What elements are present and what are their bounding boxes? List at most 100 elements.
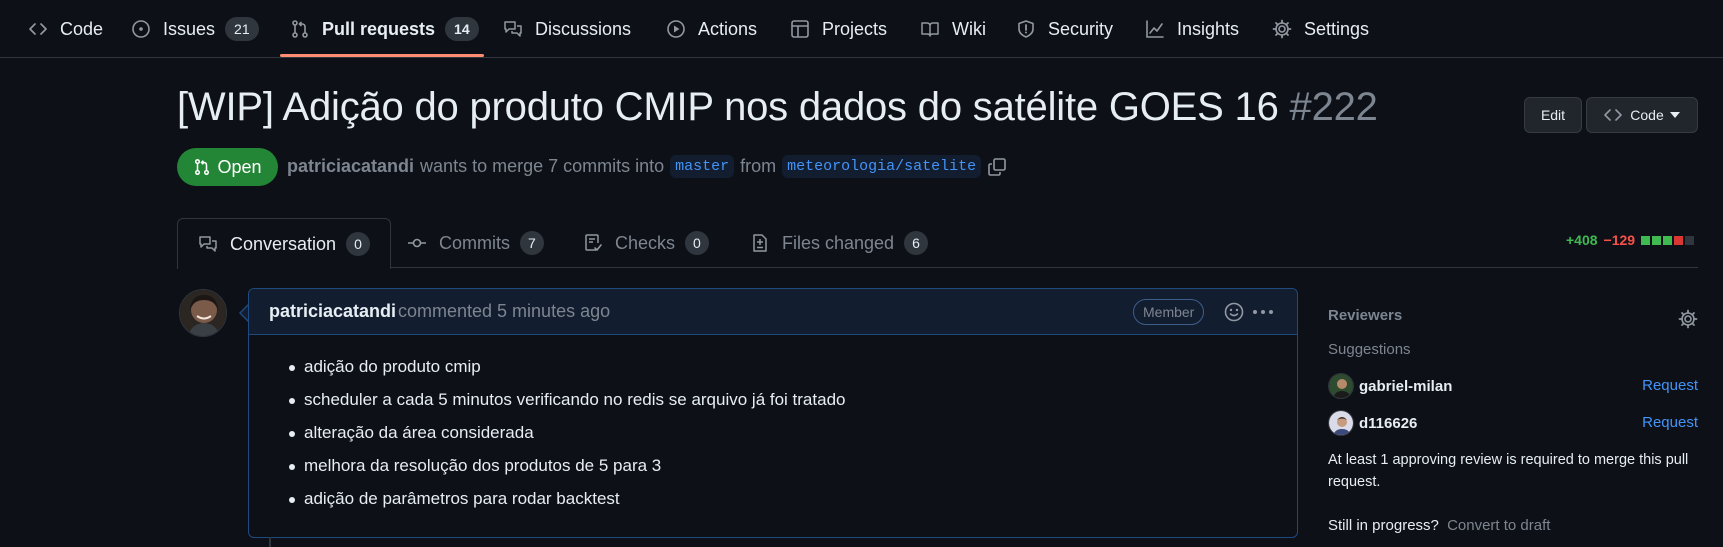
nav-discussions-label: Discussions — [535, 18, 632, 39]
nav-actions[interactable]: Actions — [666, 0, 757, 58]
list-item: melhora da resolução dos produtos de 5 p… — [289, 454, 1297, 487]
copy-icon[interactable] — [987, 157, 1007, 177]
comment-box: patriciacatandi commented 5 minutes ago … — [248, 288, 1298, 538]
git-commit-icon — [407, 233, 427, 253]
diffstat-block — [1652, 235, 1662, 245]
nav-settings[interactable]: Settings — [1272, 0, 1369, 58]
pr-title-text: [WIP] Adição do produto CMIP nos dados d… — [177, 85, 1279, 129]
play-icon — [666, 19, 686, 39]
code-button-label: Code — [1630, 107, 1664, 123]
diffstat-block — [1674, 235, 1684, 245]
list-item: adição do produto cmip — [289, 355, 1297, 388]
tab-checks-label: Checks — [615, 232, 676, 253]
review-requirement-note: At least 1 approving review is required … — [1328, 452, 1689, 490]
gear-icon[interactable] — [1678, 309, 1698, 329]
checklist-icon — [583, 233, 603, 253]
code-icon — [28, 19, 48, 39]
nav-projects[interactable]: Projects — [790, 0, 887, 58]
tab-files-changed[interactable]: Files changed 6 — [730, 218, 948, 268]
request-review-link[interactable]: Request — [1642, 414, 1698, 431]
draft-prefix: Still in progress? — [1328, 517, 1439, 534]
issue-opened-icon — [131, 19, 151, 39]
pr-state-label: Open — [217, 156, 262, 177]
tab-commits-label: Commits — [439, 232, 510, 253]
nav-issues-label: Issues — [163, 18, 216, 39]
list-item: alteração da área considerada — [289, 421, 1297, 454]
graph-icon — [1145, 19, 1165, 39]
member-badge: Member — [1133, 299, 1205, 325]
pr-state-badge: Open — [177, 148, 278, 186]
pr-number: #222 — [1289, 85, 1378, 129]
tab-commits-count: 7 — [520, 231, 544, 255]
diffstat-deletions: −129 — [1603, 232, 1636, 248]
pr-title: [WIP] Adição do produto CMIP nos dados d… — [177, 85, 1378, 130]
nav-settings-label: Settings — [1304, 18, 1370, 39]
tab-files-changed-label: Files changed — [782, 232, 895, 253]
diffstat-block — [1663, 235, 1673, 245]
nav-discussions[interactable]: Discussions — [503, 0, 631, 58]
diffstat: +408 −129 — [1566, 232, 1696, 248]
nav-wiki[interactable]: Wiki — [920, 0, 986, 58]
comment-timestamp[interactable]: commented 5 minutes ago — [398, 301, 610, 322]
nav-security-label: Security — [1048, 18, 1114, 39]
repo-nav: Code Issues 21 Pull requests 14 Discussi… — [0, 0, 1723, 58]
nav-pull-requests[interactable]: Pull requests 14 — [290, 0, 479, 58]
timeline-line — [269, 537, 271, 547]
comment-discussion-icon — [503, 19, 523, 39]
suggestions-label: Suggestions — [1328, 341, 1411, 358]
code-icon — [1604, 108, 1623, 122]
nav-insights-label: Insights — [1177, 18, 1240, 39]
diffstat-additions: +408 — [1566, 232, 1598, 248]
reviewer-row: d116626 Request — [1328, 410, 1698, 436]
issues-count: 21 — [225, 17, 259, 41]
gear-icon — [1272, 19, 1292, 39]
comment-author-link[interactable]: patriciacatandi — [269, 301, 396, 322]
nav-insights[interactable]: Insights — [1145, 0, 1239, 58]
tab-conversation[interactable]: Conversation 0 — [177, 218, 391, 269]
nav-code[interactable]: Code — [28, 0, 103, 58]
base-branch[interactable]: master — [670, 155, 735, 178]
nav-pull-requests-label: Pull requests — [322, 18, 436, 39]
code-button[interactable]: Code — [1586, 97, 1698, 133]
git-pull-request-icon — [290, 19, 310, 39]
tab-checks-count: 0 — [685, 231, 709, 255]
file-diff-icon — [750, 233, 770, 253]
nav-projects-label: Projects — [822, 18, 888, 39]
pr-from-text: from — [740, 156, 777, 176]
tab-conversation-label: Conversation — [230, 233, 337, 254]
nav-issues[interactable]: Issues 21 — [131, 0, 259, 58]
avatar[interactable] — [1328, 373, 1354, 399]
comment-discussion-icon — [198, 234, 218, 254]
list-item: scheduler a cada 5 minutos verificando n… — [289, 388, 1297, 421]
nav-security[interactable]: Security — [1016, 0, 1113, 58]
reviewer-name[interactable]: d116626 — [1359, 415, 1417, 432]
pull-requests-count: 14 — [445, 17, 479, 41]
kebab-horizontal-icon[interactable] — [1251, 301, 1275, 323]
tab-checks[interactable]: Checks 0 — [563, 218, 729, 268]
nav-actions-label: Actions — [698, 18, 758, 39]
nav-selected-underline — [280, 54, 484, 57]
book-icon — [920, 19, 940, 39]
avatar[interactable] — [1328, 410, 1354, 436]
nav-code-label: Code — [60, 18, 104, 39]
diffstat-block — [1641, 235, 1651, 245]
request-review-link[interactable]: Request — [1642, 377, 1698, 394]
list-item: adição de parâmetros para rodar backtest — [289, 487, 1297, 520]
nav-wiki-label: Wiki — [952, 18, 986, 39]
pr-author-link[interactable]: patriciacatandi — [287, 156, 414, 177]
pr-meta: patriciacatandi wants to merge 7 commits… — [287, 155, 1007, 178]
comment-body: adição do produto cmip scheduler a cada … — [249, 335, 1297, 520]
reviewer-name[interactable]: gabriel-milan — [1359, 378, 1452, 395]
pr-merge-text: wants to merge 7 commits into — [420, 156, 665, 176]
reviewers-heading[interactable]: Reviewers — [1328, 307, 1402, 324]
smiley-icon[interactable] — [1223, 301, 1245, 323]
comment-header: patriciacatandi commented 5 minutes ago … — [249, 289, 1297, 335]
convert-to-draft-link[interactable]: Convert to draft — [1447, 517, 1550, 534]
head-branch[interactable]: meteorologia/satelite — [782, 155, 982, 178]
avatar[interactable] — [179, 289, 227, 337]
edit-button-label: Edit — [1540, 107, 1566, 123]
edit-button[interactable]: Edit — [1524, 97, 1582, 133]
table-icon — [790, 19, 810, 39]
tab-conversation-count: 0 — [346, 232, 370, 256]
tab-commits[interactable]: Commits 7 — [387, 218, 564, 268]
